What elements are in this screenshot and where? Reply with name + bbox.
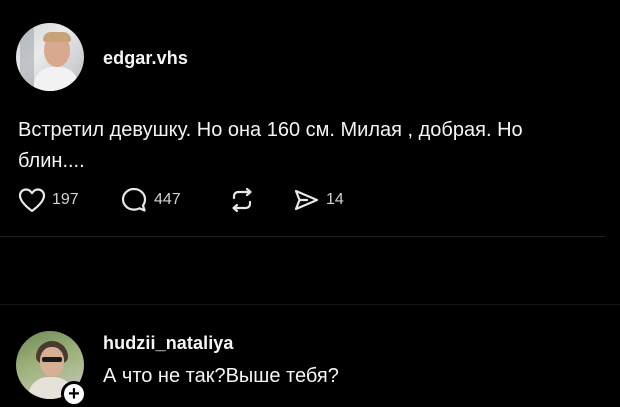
heart-icon <box>18 188 46 213</box>
follow-plus-icon[interactable]: + <box>61 381 87 407</box>
reply-button[interactable]: 447 <box>120 184 181 216</box>
divider <box>0 236 605 237</box>
post-text-line-2: блин.... <box>18 150 85 172</box>
avatar[interactable] <box>16 23 84 91</box>
divider <box>0 304 620 305</box>
avatar-hair <box>43 32 71 42</box>
repost-button[interactable] <box>228 184 256 216</box>
send-icon <box>294 189 319 211</box>
reply-count: 447 <box>154 191 181 208</box>
comment-text: А что не так?Выше тебя? <box>103 365 339 387</box>
comment-bubble-icon <box>121 187 147 212</box>
post: edgar.vhs Встретил девушку. Но она 160 с… <box>0 0 620 240</box>
like-button[interactable]: 197 <box>18 184 79 216</box>
post-text-line-1: Встретил девушку. Но она 160 см. Милая ,… <box>18 119 523 141</box>
avatar-sunglasses <box>42 357 62 362</box>
share-count: 14 <box>326 191 344 208</box>
avatar-shirt <box>34 67 78 91</box>
avatar-face <box>40 347 64 377</box>
share-button[interactable]: 14 <box>292 184 344 216</box>
post-username[interactable]: edgar.vhs <box>103 48 188 69</box>
post-text: Встретил девушку. Но она 160 см. Милая ,… <box>18 115 598 177</box>
repost-icon <box>232 187 252 213</box>
avatar-background <box>20 27 34 87</box>
comment: + hudzii_nataliya А что не так?Выше тебя… <box>0 320 620 407</box>
comment-username[interactable]: hudzii_nataliya <box>103 333 234 354</box>
like-count: 197 <box>52 191 79 208</box>
